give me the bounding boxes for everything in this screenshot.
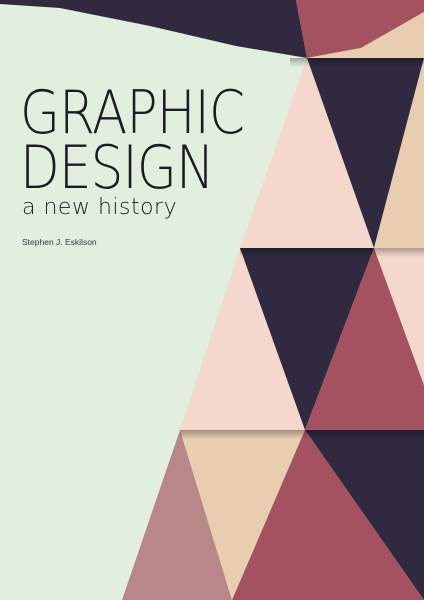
author-name: Stephen J. Eskilson (22, 237, 97, 247)
title-line-design: DESIGN (20, 133, 215, 203)
book-cover: GRAPHIC DESIGN a new history Stephen J. … (0, 0, 424, 600)
row1-shadow (290, 58, 424, 67)
row3-shadow (180, 430, 424, 439)
top-navy-band (0, 0, 307, 58)
subtitle: a new history (22, 195, 178, 220)
row2-shadow (240, 248, 424, 257)
